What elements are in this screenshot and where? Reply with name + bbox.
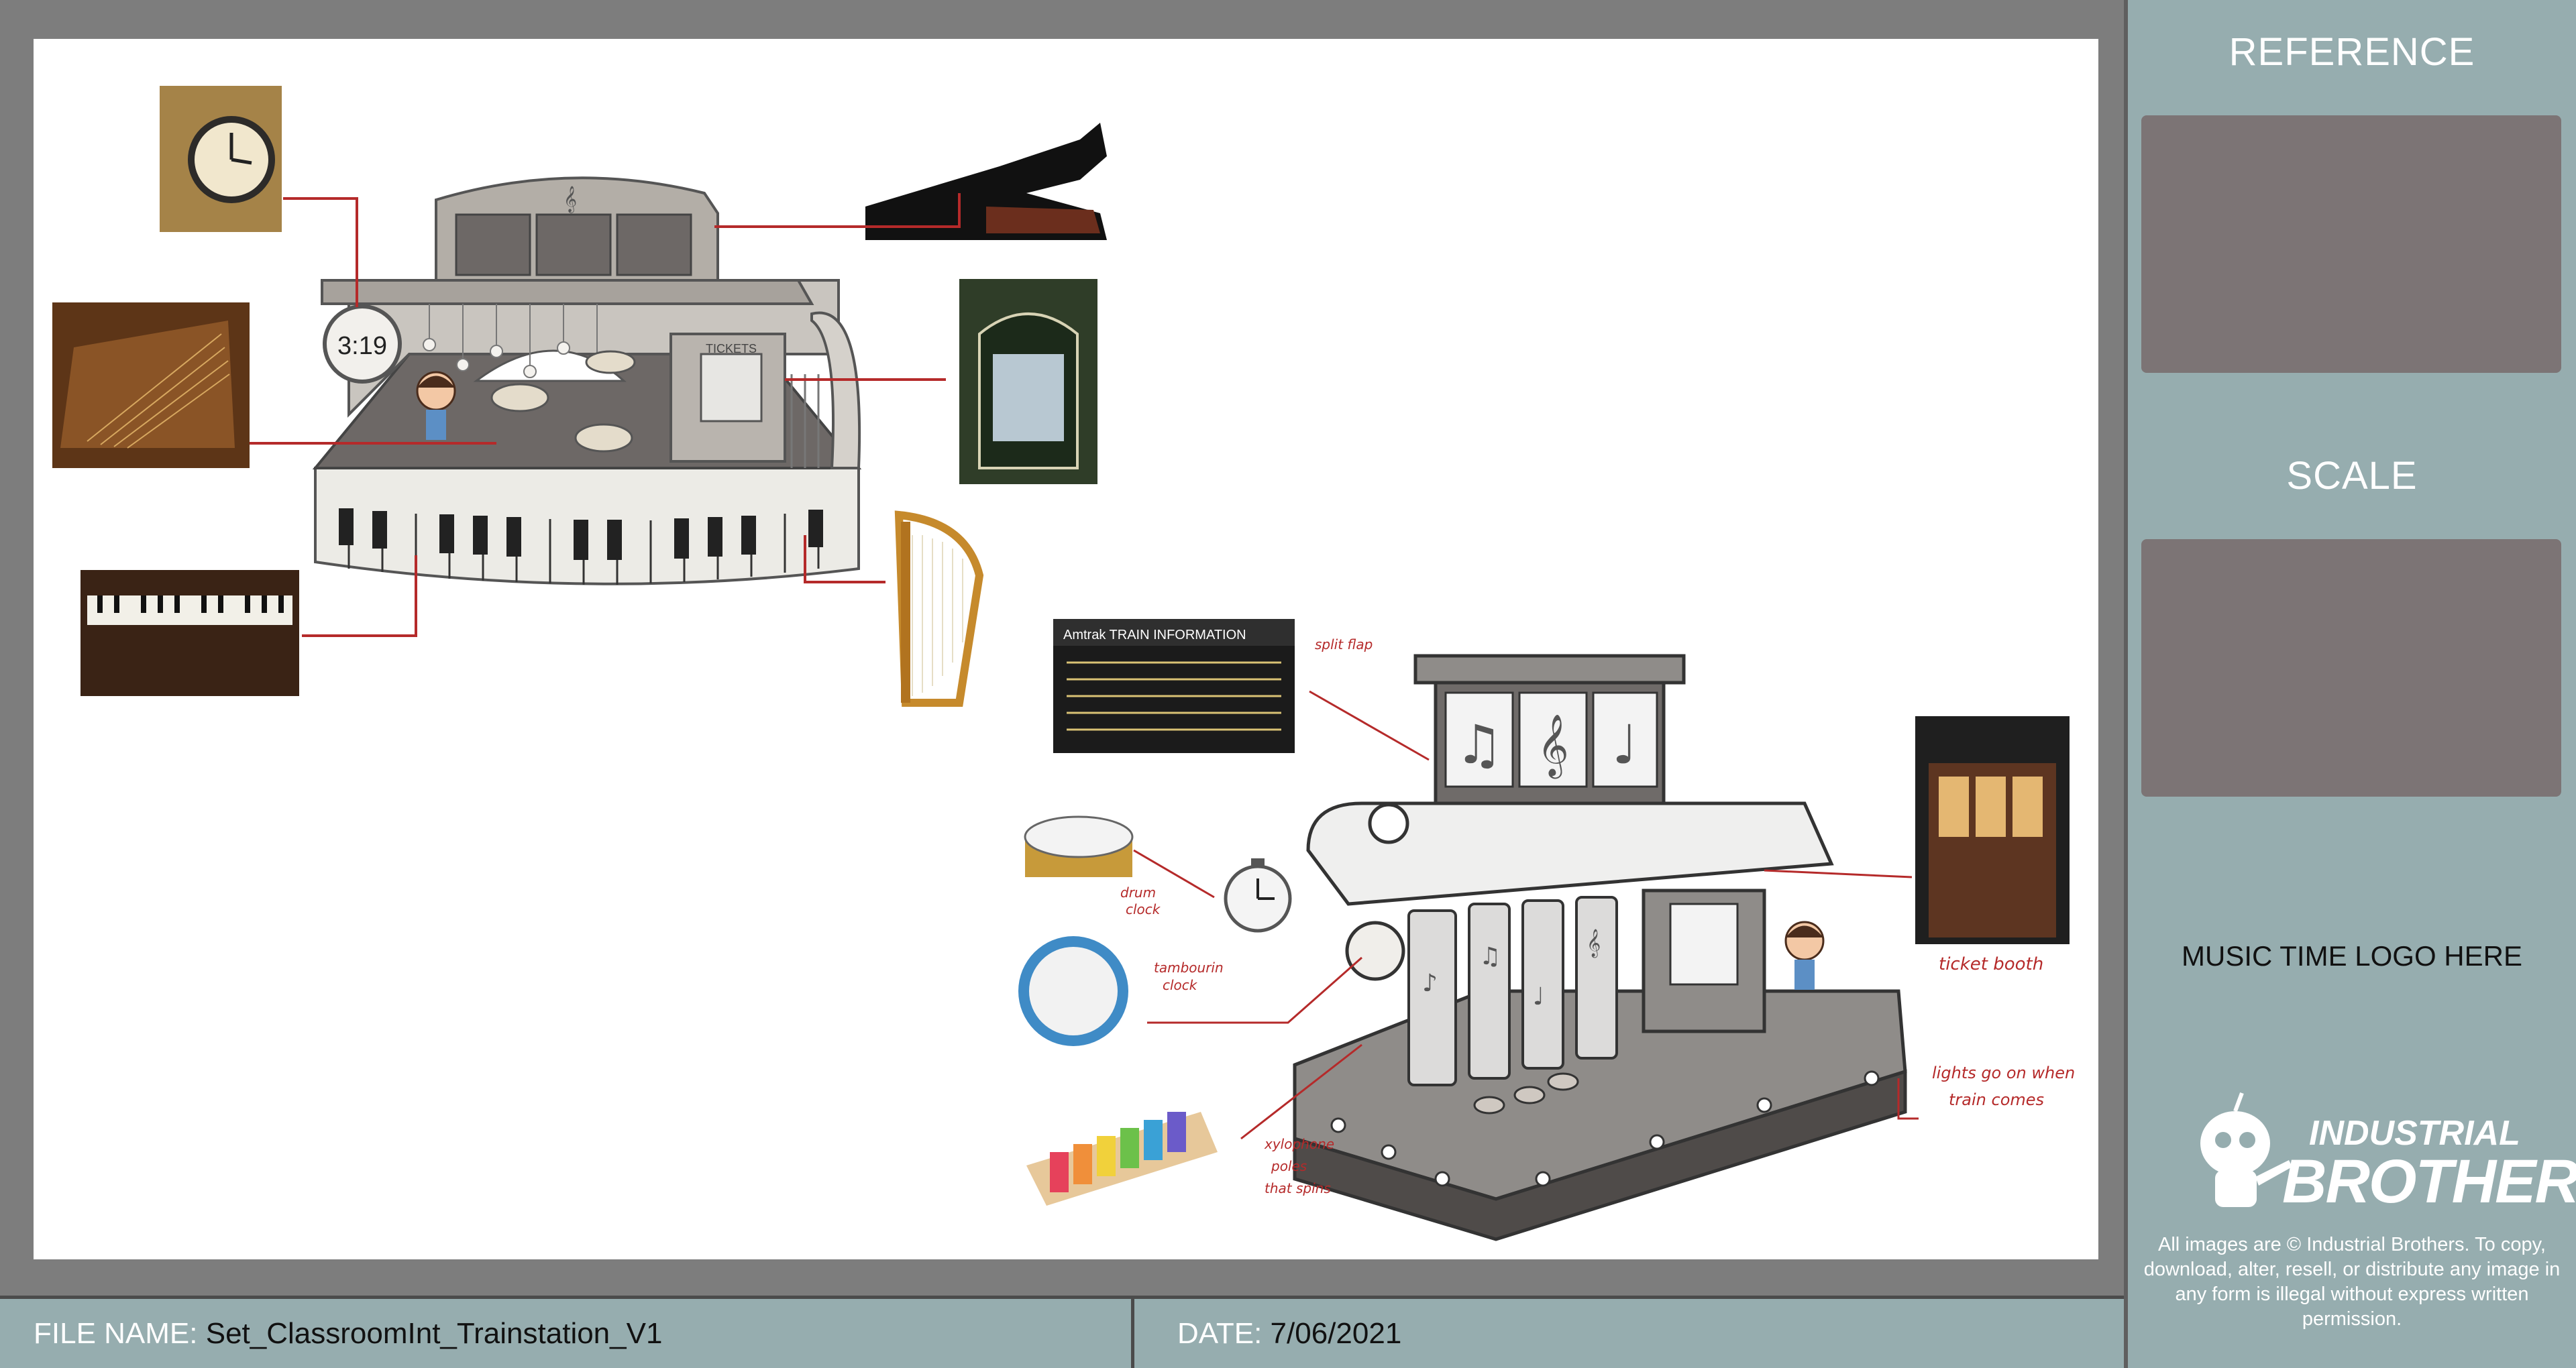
logo-placeholder-text: MUSIC TIME LOGO HERE [2182,940,2522,972]
note-split-flap: split flap [1315,636,1373,652]
note-drum-clock-2: clock [1126,901,1161,917]
reference-photo-stopwatch [1224,858,1292,933]
file-info-footer: FILE NAME: Set_ClassroomInt_Trainstation… [0,1296,2124,1368]
note-xylophone-3: that spins [1265,1180,1331,1196]
svg-text:♫: ♫ [1479,943,1501,970]
note-ticket-booth: ticket booth [1939,954,2043,974]
stage-clock-text: 3:19 [337,332,387,360]
reference-photo-drum [1024,815,1134,877]
svg-text:𝄞: 𝄞 [1537,714,1568,779]
industrial-brothers-logo: INDUSTRIAL BROTHERS [2175,1086,2576,1220]
svg-text:♪: ♪ [1422,970,1438,997]
reference-photo-grand-piano [865,123,1107,240]
reference-photo-tambourine [1018,936,1128,1046]
date-label: DATE: [1177,1317,1263,1350]
info-sidebar: REFERENCE SCALE MUSIC TIME LOGO HERE IND… [2124,0,2576,1368]
reference-photo-ticket-window [959,279,1097,484]
train-board-caption: Amtrak TRAIN INFORMATION [1063,628,1246,642]
reference-photo-street-clock [160,86,282,232]
note-xylophone-2: poles [1271,1158,1307,1174]
reference-photo-harp [894,510,984,707]
note-drum-clock-1: drum [1120,885,1156,901]
brand-line-2: BROTHERS [2282,1147,2576,1216]
reference-photo-xylophone [1026,1112,1218,1206]
note-lights-1: lights go on when [1932,1064,2075,1082]
reference-placeholder [2141,115,2561,373]
scale-heading: SCALE [2286,454,2418,498]
note-tambourine-2: clock [1163,977,1198,993]
reference-heading: REFERENCE [2229,30,2475,74]
note-xylophone-1: xylophone [1264,1136,1334,1152]
svg-text:♩: ♩ [1533,983,1544,1011]
reference-photo-ticket-booth [1915,716,2070,944]
stage-ticket-sign: TICKETS [706,342,757,355]
svg-text:♫: ♫ [1455,714,1503,776]
svg-text:𝄞: 𝄞 [564,186,577,213]
svg-text:𝄞: 𝄞 [1587,929,1601,958]
top-set-piano-stage: 𝄞 3:19 TICKETS [312,176,862,585]
scale-placeholder [2141,539,2561,797]
file-name-field: FILE NAME: Set_ClassroomInt_Trainstation… [34,1299,662,1368]
svg-text:♩: ♩ [1612,714,1638,776]
note-lights-2: train comes [1949,1090,2044,1109]
concept-art-illustration: 𝄞 3:19 TICKETS ♫ 𝄞 ♩ ♪♫ ♩𝄞 Amtrak TRAIN … [52,86,2075,1241]
bottom-set-train-station: ♫ 𝄞 ♩ ♪ ♫ ♩ 𝄞 [1293,654,1907,1241]
date-value: 7/06/2021 [1270,1317,1402,1350]
file-name-value: Set_ClassroomInt_Trainstation_V1 [205,1317,663,1350]
date-field: DATE: 7/06/2021 [1177,1299,1401,1368]
reference-photo-train-board: Amtrak TRAIN INFORMATION [1053,619,1295,753]
file-name-label: FILE NAME: [34,1317,198,1350]
reference-photo-piano-interior [52,302,250,468]
reference-photo-piano-keys [80,570,299,696]
copyright-notice: All images are © Industrial Brothers. To… [2143,1234,2561,1330]
concept-art-canvas: 𝄞 3:19 TICKETS ♫ 𝄞 ♩ ♪ ♫ ♩ 𝄞 Amtrak TRAI… [34,39,2098,1259]
note-tambourine-1: tambourin [1154,960,1224,976]
footer-divider [1131,1299,1134,1368]
